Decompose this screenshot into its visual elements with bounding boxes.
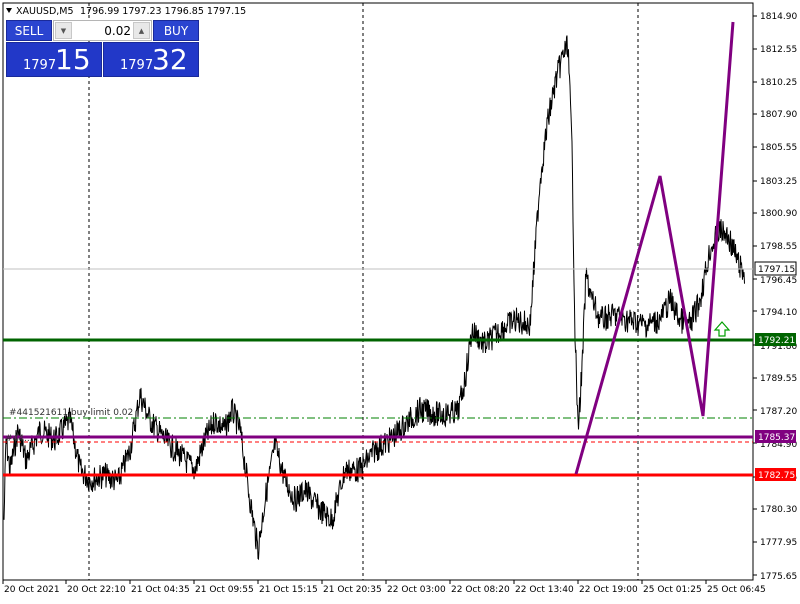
time-tick: 25 Oct 01:25 (641, 580, 702, 595)
buy-limit-order-label: #441521611 buy limit 0.02 (9, 408, 133, 418)
triangle-down-icon: ▼ (60, 26, 67, 35)
price-tick-label: 1775.65 (760, 572, 797, 582)
price-tick-label: 1780.30 (760, 505, 797, 515)
buy-button[interactable]: BUY (153, 20, 199, 41)
price-tick: 1789.55 (753, 374, 797, 384)
time-tick-label: 21 Oct 15:15 (259, 585, 318, 595)
ohlc-values: 1796.99 1797.23 1796.85 1797.15 (80, 6, 246, 17)
price-tick: 1805.55 (753, 143, 797, 153)
sell-button[interactable]: SELL (6, 20, 52, 41)
time-tick-label: 25 Oct 01:25 (643, 585, 702, 595)
chart-window[interactable]: #441521611 buy limit 0.02 #44... XAUUSD,… (0, 0, 800, 600)
price-tick-label: 1800.90 (760, 209, 797, 219)
time-tick-label: 21 Oct 04:35 (131, 585, 190, 595)
stop-order-label: #44... (5, 434, 33, 444)
time-tick-label: 22 Oct 13:40 (515, 585, 574, 595)
price-tick-label: 1803.25 (760, 177, 797, 187)
time-tick: 21 Oct 20:35 (321, 580, 382, 595)
support-level-tag: 1792.21 (755, 333, 796, 346)
time-axis: 20 Oct 2021 20 Oct 22:10 21 Oct 04:35 21… (2, 580, 766, 595)
current-price-tag: 1797.15 (754, 261, 797, 276)
triangle-up-icon: ▲ (138, 26, 145, 35)
time-tick: 21 Oct 04:35 (129, 580, 190, 595)
price-tick-label: 1777.95 (760, 538, 797, 548)
time-tick: 20 Oct 2021 (2, 580, 60, 595)
sell-price-small: 1797 (23, 58, 57, 73)
price-tick-label: 1812.55 (760, 45, 797, 55)
time-tick-label: 20 Oct 22:10 (67, 585, 126, 595)
purple-level-tag: 1785.37 (755, 430, 796, 443)
time-tick: 22 Oct 08:20 (449, 580, 510, 595)
price-tick-label: 1794.10 (760, 308, 797, 318)
price-tick: 1807.90 (753, 110, 797, 120)
resistance-level-label: 1782.75 (758, 471, 795, 481)
price-tick: 1810.25 (753, 78, 797, 88)
time-tick-label: 20 Oct 2021 (4, 585, 60, 595)
time-tick-label: 25 Oct 06:45 (707, 585, 766, 595)
price-tick: 1796.45 (753, 276, 797, 286)
price-tick: 1798.55 (753, 242, 797, 252)
price-tick-label: 1805.55 (760, 143, 797, 153)
time-tick: 22 Oct 19:00 (577, 580, 638, 595)
price-tick: 1803.25 (753, 177, 797, 187)
buy-price-small: 1797 (120, 58, 154, 73)
time-tick: 25 Oct 06:45 (705, 580, 766, 595)
time-tick-label: 22 Oct 03:00 (387, 585, 446, 595)
price-tick: 1812.55 (753, 45, 797, 55)
lot-increase-button[interactable]: ▲ (133, 22, 150, 39)
time-tick-label: 21 Oct 20:35 (323, 585, 382, 595)
lot-size-control: ▼ ▲ (53, 20, 152, 41)
chart-canvas[interactable]: #441521611 buy limit 0.02 #44... XAUUSD,… (0, 0, 800, 600)
chart-frame (2, 2, 754, 581)
purple-level-label: 1785.37 (758, 433, 795, 443)
time-tick: 21 Oct 09:55 (193, 580, 254, 595)
time-tick: 22 Oct 03:00 (385, 580, 446, 595)
time-tick-label: 22 Oct 08:20 (451, 585, 510, 595)
price-axis: 1814.90 1812.55 1810.25 1807.90 1805.55 … (753, 12, 797, 582)
buy-button-label: BUY (163, 23, 189, 38)
chart-header: XAUUSD,M5 1796.99 1797.23 1796.85 1797.1… (6, 6, 246, 17)
price-tick: 1777.95 (753, 538, 797, 548)
support-level-label: 1792.21 (758, 336, 795, 346)
price-tick: 1775.65 (753, 572, 797, 582)
symbol-info: XAUUSD,M5 (16, 6, 74, 17)
price-tick-label: 1810.25 (760, 78, 797, 88)
lot-decrease-button[interactable]: ▼ (55, 22, 72, 39)
time-tick-label: 21 Oct 09:55 (195, 585, 254, 595)
sell-price-button[interactable]: 1797 15 (6, 42, 102, 77)
price-tick: 1787.20 (753, 407, 797, 417)
time-tick: 21 Oct 15:15 (257, 580, 318, 595)
lot-size-input[interactable] (74, 22, 131, 39)
price-tick: 1794.10 (753, 308, 797, 318)
price-tick-label: 1814.90 (760, 12, 797, 22)
sell-button-label: SELL (14, 23, 44, 38)
price-tick-label: 1796.45 (760, 276, 797, 286)
price-tick: 1780.30 (753, 505, 797, 515)
price-tick: 1800.90 (753, 209, 797, 219)
time-tick: 20 Oct 22:10 (65, 580, 126, 595)
current-price-label: 1797.15 (758, 265, 795, 275)
resistance-level-tag: 1782.75 (755, 468, 796, 481)
price-tick-label: 1789.55 (760, 374, 797, 384)
buy-price-button[interactable]: 1797 32 (103, 42, 199, 77)
price-tick-label: 1787.20 (760, 407, 797, 417)
sell-price-big: 15 (55, 43, 91, 76)
one-click-trading-panel: SELL ▼ ▲ BUY 1797 15 1797 32 (6, 20, 199, 77)
buy-price-big: 32 (152, 43, 188, 76)
price-tick-label: 1807.90 (760, 110, 797, 120)
time-tick-label: 22 Oct 19:00 (579, 585, 638, 595)
price-tick: 1814.90 (753, 12, 797, 22)
price-tick-label: 1798.55 (760, 242, 797, 252)
time-tick: 22 Oct 13:40 (513, 580, 574, 595)
